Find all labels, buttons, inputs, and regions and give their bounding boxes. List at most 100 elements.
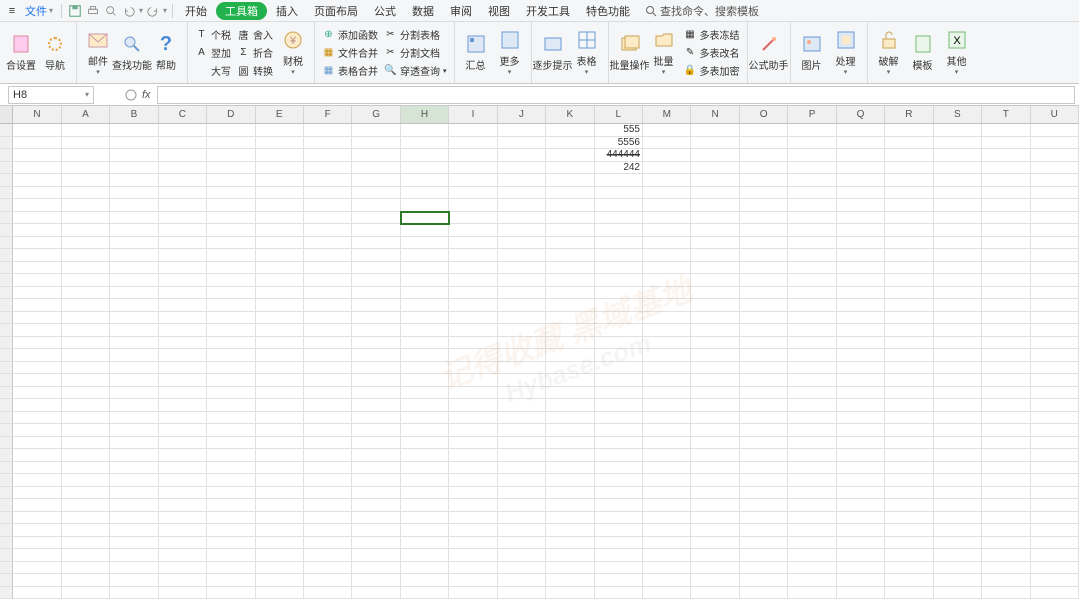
cell-T21[interactable] <box>982 374 1030 387</box>
cell-S22[interactable] <box>934 387 982 400</box>
cell-M8[interactable] <box>643 212 691 225</box>
cell-M25[interactable] <box>643 424 691 437</box>
cell-N17[interactable] <box>13 324 61 337</box>
cell-Q28[interactable] <box>837 462 885 475</box>
cell-P29[interactable] <box>788 474 836 487</box>
cell-H23[interactable] <box>401 399 449 412</box>
cell-K36[interactable] <box>546 562 594 575</box>
cell-T30[interactable] <box>982 487 1030 500</box>
cell-M1[interactable] <box>643 124 691 137</box>
cell-G5[interactable] <box>352 174 400 187</box>
cell-D8[interactable] <box>207 212 255 225</box>
cell-R33[interactable] <box>885 524 933 537</box>
cell-C23[interactable] <box>159 399 207 412</box>
cell-D1[interactable] <box>207 124 255 137</box>
cell-D12[interactable] <box>207 262 255 275</box>
cell-K18[interactable] <box>546 337 594 350</box>
cell-O12[interactable] <box>740 262 788 275</box>
cell-P5[interactable] <box>788 174 836 187</box>
cell-T34[interactable] <box>982 537 1030 550</box>
row-header-19[interactable] <box>0 349 13 362</box>
cell-B23[interactable] <box>110 399 158 412</box>
cell-Q18[interactable] <box>837 337 885 350</box>
cell-N19[interactable] <box>691 349 739 362</box>
cell-U28[interactable] <box>1031 462 1079 475</box>
cell-M30[interactable] <box>643 487 691 500</box>
cell-F30[interactable] <box>304 487 352 500</box>
cell-Q31[interactable] <box>837 499 885 512</box>
cell-Q32[interactable] <box>837 512 885 525</box>
cell-M32[interactable] <box>643 512 691 525</box>
cell-E21[interactable] <box>256 374 304 387</box>
row-header-26[interactable] <box>0 437 13 450</box>
cell-U3[interactable] <box>1031 149 1079 162</box>
cell-F1[interactable] <box>304 124 352 137</box>
discount-button[interactable]: Σ折合 <box>234 44 276 62</box>
cell-A31[interactable] <box>62 499 110 512</box>
cell-R31[interactable] <box>885 499 933 512</box>
cell-C36[interactable] <box>159 562 207 575</box>
cell-N8[interactable] <box>691 212 739 225</box>
cell-A1[interactable] <box>62 124 110 137</box>
cell-F22[interactable] <box>304 387 352 400</box>
cell-P35[interactable] <box>788 549 836 562</box>
cell-O32[interactable] <box>740 512 788 525</box>
cell-Q11[interactable] <box>837 249 885 262</box>
find-function-button[interactable]: 查找功能 <box>115 25 149 81</box>
cell-Q16[interactable] <box>837 312 885 325</box>
column-header-M[interactable]: M <box>643 106 691 123</box>
cell-L37[interactable] <box>595 574 643 587</box>
cell-E38[interactable] <box>256 587 304 600</box>
cell-Q15[interactable] <box>837 299 885 312</box>
cell-R10[interactable] <box>885 237 933 250</box>
cell-U35[interactable] <box>1031 549 1079 562</box>
cell-N38[interactable] <box>691 587 739 600</box>
cell-C1[interactable] <box>159 124 207 137</box>
cell-F7[interactable] <box>304 199 352 212</box>
cell-M36[interactable] <box>643 562 691 575</box>
cell-N36[interactable] <box>13 562 61 575</box>
cell-K37[interactable] <box>546 574 594 587</box>
cell-I23[interactable] <box>449 399 497 412</box>
row-header-32[interactable] <box>0 512 13 525</box>
cell-P17[interactable] <box>788 324 836 337</box>
row-header-38[interactable] <box>0 587 13 600</box>
column-header-B[interactable]: B <box>110 106 158 123</box>
cell-R12[interactable] <box>885 262 933 275</box>
cell-U19[interactable] <box>1031 349 1079 362</box>
cell-G9[interactable] <box>352 224 400 237</box>
cell-P32[interactable] <box>788 512 836 525</box>
cell-T16[interactable] <box>982 312 1030 325</box>
cell-J26[interactable] <box>498 437 546 450</box>
cell-L34[interactable] <box>595 537 643 550</box>
cell-E2[interactable] <box>256 137 304 150</box>
cell-S28[interactable] <box>934 462 982 475</box>
cell-N21[interactable] <box>691 374 739 387</box>
cell-A9[interactable] <box>62 224 110 237</box>
cell-R22[interactable] <box>885 387 933 400</box>
cell-M29[interactable] <box>643 474 691 487</box>
cell-D30[interactable] <box>207 487 255 500</box>
cell-N11[interactable] <box>691 249 739 262</box>
cell-Q12[interactable] <box>837 262 885 275</box>
cell-L11[interactable] <box>595 249 643 262</box>
cell-J11[interactable] <box>498 249 546 262</box>
cell-T35[interactable] <box>982 549 1030 562</box>
cell-G15[interactable] <box>352 299 400 312</box>
cell-B5[interactable] <box>110 174 158 187</box>
cell-B34[interactable] <box>110 537 158 550</box>
cell-F11[interactable] <box>304 249 352 262</box>
cell-I28[interactable] <box>449 462 497 475</box>
cell-S17[interactable] <box>934 324 982 337</box>
cell-H11[interactable] <box>401 249 449 262</box>
cell-M37[interactable] <box>643 574 691 587</box>
cell-T20[interactable] <box>982 362 1030 375</box>
preview-icon[interactable] <box>103 3 119 19</box>
cell-R15[interactable] <box>885 299 933 312</box>
cell-Q29[interactable] <box>837 474 885 487</box>
cell-D23[interactable] <box>207 399 255 412</box>
cell-N9[interactable] <box>691 224 739 237</box>
cell-U26[interactable] <box>1031 437 1079 450</box>
cell-C10[interactable] <box>159 237 207 250</box>
cell-R18[interactable] <box>885 337 933 350</box>
